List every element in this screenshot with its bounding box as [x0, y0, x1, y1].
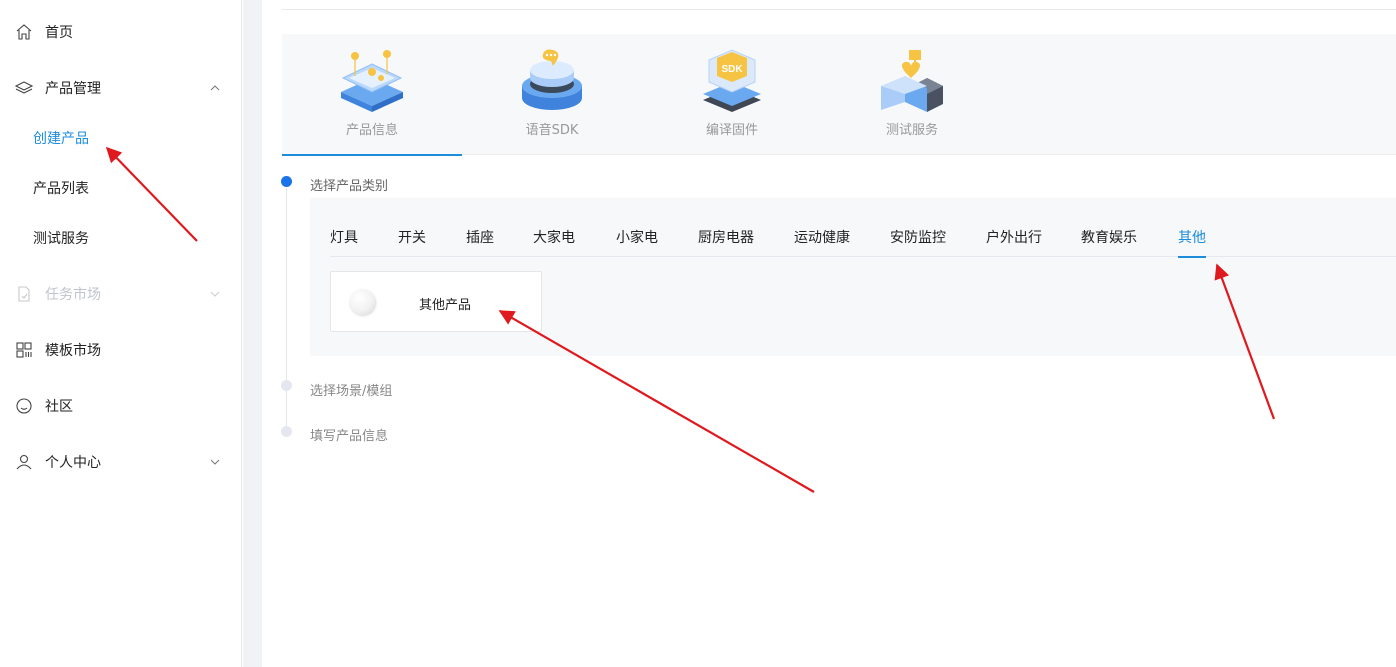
- category-tabs: 灯具 开关 插座 大家电 小家电 厨房电器 运动健康 安防监控 户外出行 教育娱…: [330, 227, 1396, 258]
- category-tab[interactable]: 教育娱乐: [1081, 227, 1137, 257]
- header-divider: [282, 9, 1396, 10]
- category-tab-label: 其他: [1178, 230, 1206, 246]
- sidebar-item-label: 社区: [45, 399, 73, 415]
- wizard-step-line: [286, 188, 287, 433]
- product-info-illustration: [341, 50, 403, 112]
- tab-voice-sdk[interactable]: 语音SDK: [462, 34, 642, 155]
- sidebar-item-home[interactable]: 首页: [0, 12, 242, 52]
- tab-label: 语音SDK: [525, 123, 579, 138]
- wizard-step-dot: [281, 380, 292, 391]
- compile-firmware-illustration: SDK: [703, 49, 761, 112]
- sidebar-item-label: 产品管理: [45, 81, 101, 97]
- step-tabs: 产品信息 语音SDK SDK 编译固件 测试服务: [282, 34, 1396, 156]
- sidebar-subitem-create-product[interactable]: 创建产品: [0, 118, 242, 158]
- smile-icon: [14, 396, 34, 416]
- category-tab[interactable]: 运动健康: [794, 227, 850, 257]
- home-icon: [14, 22, 34, 42]
- wizard-step-select-category: 选择产品类别: [310, 179, 389, 194]
- sidebar-item-task-market[interactable]: 任务市场: [0, 274, 242, 314]
- user-icon: [14, 452, 34, 472]
- chevron-down-icon: [210, 459, 220, 465]
- sidebar-item-label: 模板市场: [45, 343, 101, 359]
- sidebar-item-label: 个人中心: [45, 455, 101, 471]
- category-tab[interactable]: 插座: [466, 227, 494, 257]
- content-gutter: [243, 0, 262, 667]
- app-root: 首页 产品管理 创建产品 产品列表 测试服务 任务市场 模板市场 社区 个人中心…: [0, 0, 1396, 667]
- category-tab[interactable]: 小家电: [616, 227, 658, 257]
- category-panel: 灯具 开关 插座 大家电 小家电 厨房电器 运动健康 安防监控 户外出行 教育娱…: [310, 198, 1396, 356]
- sidebar: 首页 产品管理 创建产品 产品列表 测试服务 任务市场 模板市场 社区 个人中心: [0, 0, 242, 667]
- category-tab[interactable]: 户外出行: [986, 227, 1042, 257]
- sidebar-subitem-product-list[interactable]: 产品列表: [0, 168, 242, 208]
- tab-label: 产品信息: [345, 123, 398, 138]
- voice-sdk-illustration: [522, 49, 582, 110]
- layers-icon: [14, 78, 34, 98]
- test-service-illustration: [881, 50, 943, 112]
- sdk-badge-text: SDK: [721, 64, 743, 75]
- document-icon: [14, 284, 34, 304]
- product-card-other[interactable]: 其他产品: [330, 271, 542, 332]
- wizard-step-select-scene: 选择场景/模组: [310, 384, 393, 399]
- category-tab[interactable]: 安防监控: [890, 227, 946, 257]
- sidebar-item-template-market[interactable]: 模板市场: [0, 330, 242, 370]
- category-tab-active[interactable]: 其他: [1178, 227, 1206, 258]
- tab-compile-firmware[interactable]: SDK 编译固件: [642, 34, 822, 155]
- sidebar-subitem-label: 创建产品: [33, 131, 89, 147]
- active-category-indicator: [1178, 256, 1206, 258]
- sidebar-subitem-label: 产品列表: [33, 181, 89, 197]
- sidebar-item-personal-center[interactable]: 个人中心: [0, 442, 242, 482]
- active-tab-indicator: [282, 154, 462, 156]
- chevron-down-icon: [210, 291, 220, 297]
- sidebar-subitem-test-service[interactable]: 测试服务: [0, 218, 242, 258]
- wizard-step-dot-active: [281, 176, 292, 187]
- sidebar-item-product-management[interactable]: 产品管理: [0, 68, 242, 108]
- sidebar-item-label: 首页: [45, 25, 73, 41]
- category-tab[interactable]: 开关: [398, 227, 426, 257]
- tab-label: 编译固件: [705, 123, 758, 138]
- tab-test-service[interactable]: 测试服务: [822, 34, 1002, 155]
- sidebar-item-community[interactable]: 社区: [0, 386, 242, 426]
- category-tab[interactable]: 厨房电器: [698, 227, 754, 257]
- chevron-up-icon: [210, 85, 220, 91]
- wizard-step-dot: [281, 426, 292, 437]
- tab-product-info[interactable]: 产品信息: [282, 34, 462, 156]
- category-tab[interactable]: 大家电: [533, 227, 575, 257]
- category-tab[interactable]: 灯具: [330, 227, 358, 257]
- product-device-icon: [349, 289, 375, 315]
- sidebar-item-label: 任务市场: [45, 287, 101, 303]
- product-card-label: 其他产品: [419, 298, 472, 313]
- wizard-step-fill-info: 填写产品信息: [310, 429, 389, 444]
- tab-label: 测试服务: [885, 123, 938, 138]
- sidebar-subitem-label: 测试服务: [33, 231, 89, 247]
- grid-icon: [14, 340, 34, 360]
